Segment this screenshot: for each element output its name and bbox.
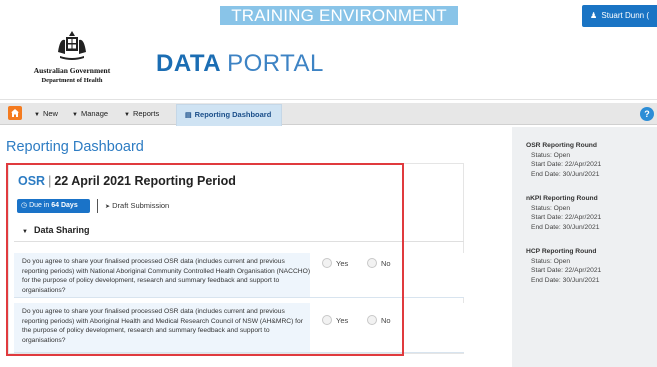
radio-yes-label: Yes [336,316,349,325]
portal-title-light: PORTAL [227,50,324,77]
home-icon [11,109,19,117]
government-name: Australian Government [33,66,111,75]
answer-options: Yes No [310,303,464,352]
collection-name: OSR [18,174,46,188]
round-start-date: Start Date: 22/Apr/2021 [531,214,602,222]
home-button[interactable] [8,106,22,120]
radio-no[interactable] [367,258,377,268]
nav-manage[interactable]: ▼ Manage [72,103,108,125]
user-name: Stuart Dunn ( [601,11,649,20]
reporting-round-osr: OSR Reporting Round Status: Open Start D… [526,141,601,179]
divider [97,199,98,213]
radio-no[interactable] [367,315,377,325]
reporting-round-nkpi: nKPI Reporting Round Status: Open Start … [526,194,601,232]
round-status: Status: Open [531,204,571,212]
radio-no-label: No [381,316,391,325]
reporting-period-title: OSR | 22 April 2021 Reporting Period [18,174,236,188]
page-title: Reporting Dashboard [6,139,144,155]
round-start-date: Start Date: 22/Apr/2021 [531,161,602,169]
nav-reports[interactable]: ▼ Reports [124,103,159,125]
question-row: Do you agree to share your finalised pro… [14,303,464,353]
round-end-date: End Date: 30/Jun/2021 [531,276,600,284]
question-text: Do you agree to share your finalised pro… [22,258,311,294]
radio-no-label: No [381,259,391,268]
dashboard-icon: ▤ [185,112,192,119]
round-status: Status: Open [531,151,571,159]
nav-new-label: New [42,109,58,118]
clock-icon: ◷ [21,202,28,209]
round-end-date: End Date: 30/Jun/2021 [531,170,600,178]
arrow-circle-icon: ➤ [105,204,111,210]
user-menu-button[interactable]: ♟ Stuart Dunn ( [582,5,657,27]
section-toggle-data-sharing[interactable]: ▼ Data Sharing [22,225,89,235]
caret-down-icon: ▼ [22,229,28,235]
question-row: Do you agree to share your finalised pro… [14,253,464,298]
radio-yes[interactable] [322,315,332,325]
reporting-round-hcp: HCP Reporting Round Status: Open Start D… [526,247,601,285]
section-title: Data Sharing [33,225,90,235]
nav-new[interactable]: ▼ New [34,103,58,125]
caret-down-icon: ▼ [72,112,78,118]
submission-status-label: Draft Submission [112,201,170,210]
caret-down-icon: ▼ [34,112,40,118]
department-name: Department of Health [41,77,103,84]
navbar: ▼ New ▼ Manage ▼ Reports ▤ Reporting Dashboa… [0,103,657,126]
round-name: HCP Reporting Round [526,248,597,255]
radio-yes-label: Yes [336,259,349,268]
portal-title: DATA PORTAL [156,50,324,78]
submission-status: ➤ Draft Submission [105,199,169,214]
government-logo: Australian Government Department of Heal… [26,28,118,90]
radio-yes[interactable] [322,258,332,268]
header: TRAINING ENVIRONMENT ♟ Stuart Dunn ( Aus… [0,0,657,100]
environment-banner: TRAINING ENVIRONMENT [220,6,458,25]
reporting-rounds-sidebar: OSR Reporting Round Status: Open Start D… [512,127,657,367]
title-separator: | [48,174,52,188]
coat-of-arms-icon [58,31,86,60]
round-start-date: Start Date: 22/Apr/2021 [531,267,602,275]
answer-options: Yes No [310,253,464,297]
due-days: 64 Days [51,202,78,209]
help-icon[interactable]: ? [640,107,654,121]
user-icon: ♟ [590,11,598,20]
reporting-period-name: 22 April 2021 Reporting Period [54,174,236,188]
nav-reporting-dashboard-label: Reporting Dashboard [194,110,272,119]
due-prefix: Due in [29,202,50,209]
round-status: Status: Open [531,257,571,265]
nav-reports-label: Reports [132,109,160,118]
due-badge: ◷ Due in 64 Days [17,199,90,213]
round-end-date: End Date: 30/Jun/2021 [531,223,600,231]
nav-manage-label: Manage [80,109,109,118]
nav-reporting-dashboard[interactable]: ▤ Reporting Dashboard [176,104,282,126]
portal-title-bold: DATA [156,50,222,77]
round-name: nKPI Reporting Round [526,195,598,202]
caret-down-icon: ▼ [124,112,130,118]
question-text: Do you agree to share your finalised pro… [22,308,303,344]
round-name: OSR Reporting Round [526,142,597,149]
section-divider [14,241,464,242]
